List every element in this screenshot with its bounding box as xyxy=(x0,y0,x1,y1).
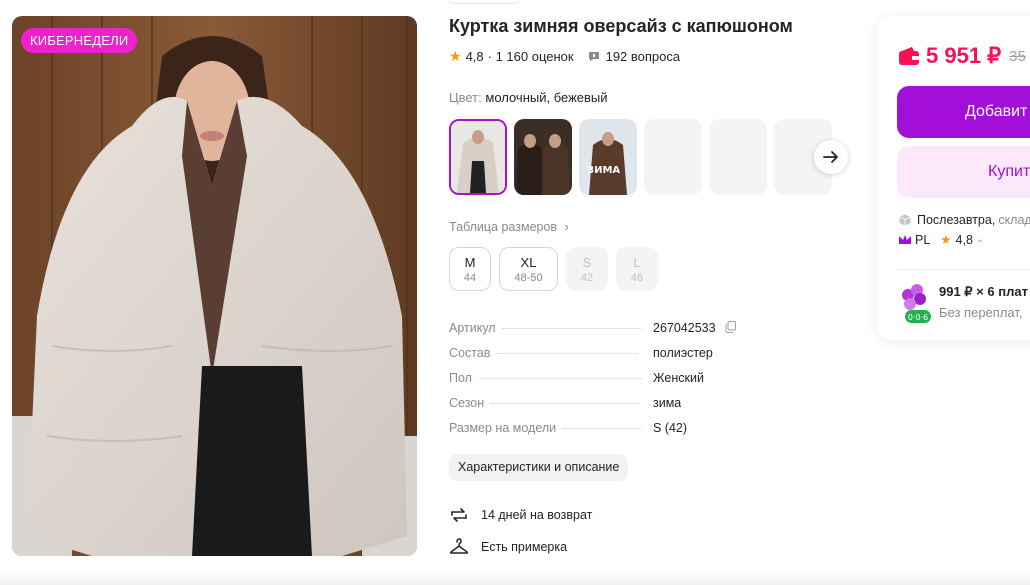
price-row: 5 951 ₽ 35 xyxy=(899,43,1026,69)
color-thumb-placeholder-1 xyxy=(644,119,702,195)
spec-dots xyxy=(496,353,639,354)
size-option-s[interactable]: S 42 xyxy=(566,247,608,291)
size-number: 46 xyxy=(630,271,644,284)
page-bottom-band xyxy=(0,573,1030,585)
spec-value: зима xyxy=(653,396,682,410)
spec-key: Пол xyxy=(449,371,472,385)
product-photo-image xyxy=(12,16,417,556)
installment-info[interactable]: 991 ₽ × 6 плат Без переплат, xyxy=(939,284,1028,320)
thumb-image-1 xyxy=(451,121,505,193)
delivery-date: Послезавтра, xyxy=(917,213,996,227)
spec-row-gender: Пол Женский xyxy=(449,371,749,396)
size-option-l[interactable]: L 46 xyxy=(616,247,658,291)
spec-value: S (42) xyxy=(653,421,688,435)
copy-icon[interactable] xyxy=(725,321,737,333)
split-badge-text: 0·0·6 xyxy=(908,313,928,322)
spec-key: Размер на модели xyxy=(449,421,557,435)
size-option-m[interactable]: M 44 xyxy=(449,247,491,291)
promo-badge: КИБЕРНЕДЕЛИ xyxy=(21,28,138,53)
rating-value: 4,8 xyxy=(465,49,484,64)
color-thumb-placeholder-2 xyxy=(709,119,767,195)
box-icon xyxy=(899,214,911,226)
questions-count[interactable]: 192 вопроса xyxy=(606,49,681,64)
rating-row[interactable]: ★ 4,8 · 1 160 оценок 192 вопроса xyxy=(449,48,680,65)
delivery-info: Послезавтра, склад xyxy=(899,213,1030,227)
thumb-image-3: ЗИМА xyxy=(579,119,637,195)
size-label: XL xyxy=(520,254,537,270)
question-icon xyxy=(588,52,599,62)
spec-row-composition: Состав полиэстер xyxy=(449,346,749,371)
characteristics-button[interactable]: Характеристики и описание xyxy=(449,454,629,481)
spec-row-article: Артикул 267042533 xyxy=(449,321,749,346)
thumb-caption: ЗИМА xyxy=(587,165,620,176)
article-number: 267042533 xyxy=(653,321,716,335)
size-label: M xyxy=(464,254,476,270)
add-to-cart-button[interactable]: Добавит xyxy=(897,86,1030,138)
spec-value: полиэстер xyxy=(653,346,713,360)
buy-now-button[interactable]: Купит xyxy=(897,146,1030,198)
installment-note: Без переплат, xyxy=(939,305,1023,320)
spec-dots xyxy=(562,428,643,429)
price-old: 35 xyxy=(1009,47,1026,65)
feature-return: 14 дней на возврат xyxy=(449,505,592,525)
spec-dots xyxy=(501,328,642,329)
star-icon: ★ xyxy=(940,233,952,247)
chevron-right-icon: › xyxy=(564,220,569,234)
size-number: 44 xyxy=(463,271,477,284)
seller-name: PL xyxy=(915,232,931,247)
spec-value-article[interactable]: 267042533 xyxy=(653,321,737,335)
reviews-count[interactable]: · 1 160 оценок xyxy=(488,49,574,64)
size-label: L xyxy=(633,254,641,270)
price-current: 5 951 ₽ xyxy=(926,43,1002,68)
color-value: молочный, бежевый xyxy=(485,90,608,105)
spec-row-season: Сезон зима xyxy=(449,396,749,421)
size-table-link[interactable]: Таблица размеров › xyxy=(449,220,569,234)
fitting-text: Есть примерка xyxy=(481,540,568,554)
thumb-image-2 xyxy=(514,119,572,195)
size-selector: M 44 XL 48-50 S 42 L 46 xyxy=(449,247,658,291)
size-option-xl[interactable]: XL 48-50 xyxy=(499,247,558,291)
return-text: 14 дней на возврат xyxy=(481,508,593,522)
top-tab-remnant xyxy=(449,0,519,4)
spec-key: Сезон xyxy=(449,396,485,410)
split-logo-icon: 0·0·6 xyxy=(902,284,931,323)
product-title: Куртка зимняя оверсайз с капюшоном xyxy=(449,16,793,36)
hanger-icon xyxy=(449,538,469,554)
product-specs: Артикул 267042533 Состав полиэстер Пол Ж… xyxy=(449,321,749,446)
installment-amount: 991 ₽ × 6 плат xyxy=(939,284,1028,299)
color-thumb-3[interactable]: ЗИМА xyxy=(579,119,637,195)
size-number: 48-50 xyxy=(514,271,543,284)
return-icon xyxy=(451,508,467,522)
chevron-down-icon: ⌄ xyxy=(975,234,985,245)
color-thumb-1[interactable] xyxy=(449,119,507,195)
seller-info[interactable]: PL ★ 4,8 ⌄ xyxy=(899,232,984,247)
spec-key: Артикул xyxy=(449,321,496,335)
product-photo[interactable] xyxy=(12,16,417,556)
thumbs-next-button[interactable] xyxy=(814,140,848,174)
spec-row-model-size: Размер на модели S (42) xyxy=(449,421,749,446)
purchase-card: 5 951 ₽ 35 Добавит Купит Послезавтра, ск… xyxy=(877,16,1030,340)
size-number: 42 xyxy=(580,271,594,284)
color-thumb-2[interactable] xyxy=(514,119,572,195)
spec-dots xyxy=(477,378,643,379)
split-payment-logo: 0·0·6 xyxy=(897,282,931,331)
divider xyxy=(897,269,1030,270)
seller-rating: 4,8 xyxy=(955,232,973,247)
size-table-label: Таблица размеров xyxy=(449,220,558,234)
spec-dots xyxy=(490,403,641,404)
spec-key: Состав xyxy=(449,346,491,360)
seller-crown-icon xyxy=(899,235,911,244)
color-label: Цвет: молочный, бежевый xyxy=(449,90,608,105)
color-label-title: Цвет: xyxy=(449,90,482,105)
delivery-warehouse: склад xyxy=(998,213,1030,227)
arrow-right-icon xyxy=(823,151,838,163)
color-thumbnails: ЗИМА xyxy=(449,119,832,195)
wallet-icon xyxy=(899,47,919,65)
star-icon: ★ xyxy=(449,48,462,64)
spec-value: Женский xyxy=(653,371,704,385)
size-label: S xyxy=(582,254,592,270)
feature-fitting: Есть примерка xyxy=(449,537,567,557)
